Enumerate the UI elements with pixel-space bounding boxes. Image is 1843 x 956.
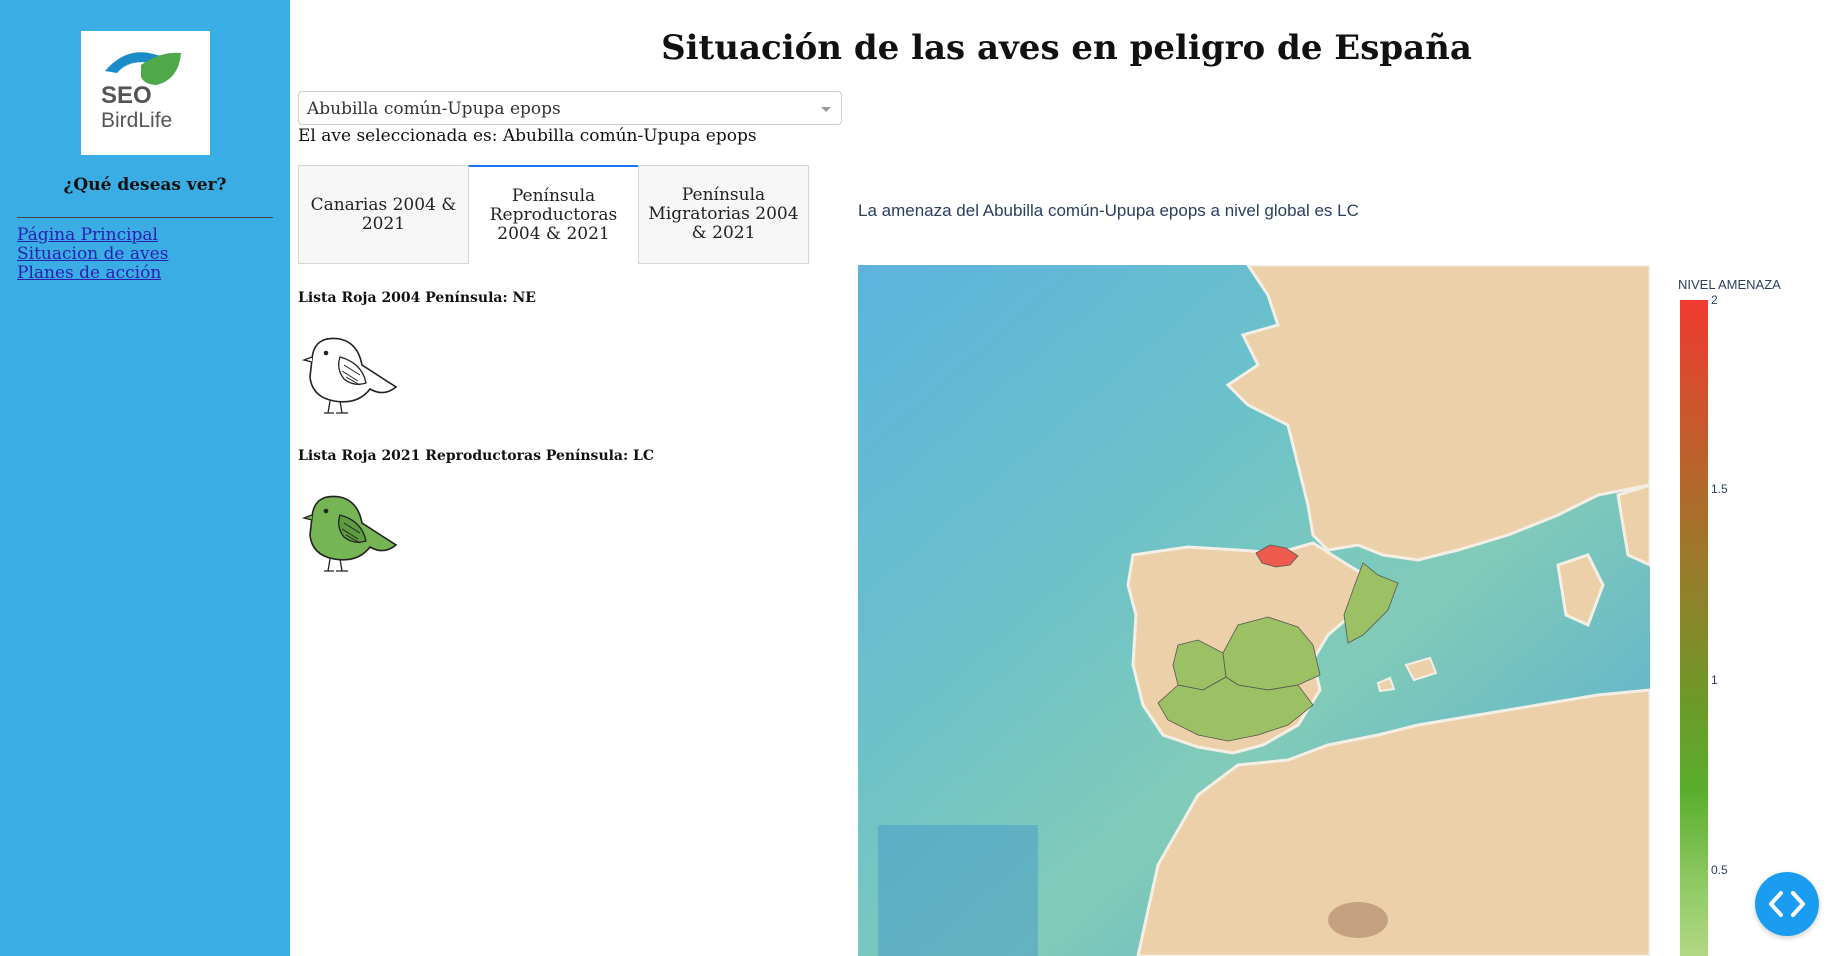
nav-link-pagina-principal[interactable]: Página Principal xyxy=(17,226,168,245)
colorbar-tick: 1.5 xyxy=(1711,482,1728,496)
threat-map[interactable] xyxy=(858,265,1650,956)
seo-birdlife-logo: SEO BirdLife xyxy=(81,31,210,155)
colorbar-title: NIVEL AMENAZA xyxy=(1678,277,1781,292)
bird-select[interactable]: Abubilla común-Upupa epops xyxy=(298,91,842,125)
chevron-down-icon[interactable] xyxy=(821,107,831,112)
sidebar-nav: Página Principal Situacion de aves Plane… xyxy=(17,226,168,283)
bird-outline-icon xyxy=(300,327,400,417)
code-brackets-button[interactable] xyxy=(1755,872,1819,936)
tab-peninsula-reproductoras[interactable]: Península Reproductoras 2004 & 2021 xyxy=(468,165,639,264)
colorbar-tick: 0.5 xyxy=(1711,863,1728,877)
tab-peninsula-migratorias[interactable]: Península Migratorias 2004 & 2021 xyxy=(638,165,809,264)
colorbar-tick: 1 xyxy=(1711,673,1718,687)
nav-link-planes-accion[interactable]: Planes de acción xyxy=(17,264,168,283)
selected-bird-text: El ave seleccionada es: Abubilla común-U… xyxy=(298,126,757,146)
colorbar xyxy=(1680,300,1708,956)
tab-canarias[interactable]: Canarias 2004 & 2021 xyxy=(298,165,469,264)
sidebar: SEO BirdLife ¿Qué deseas ver? Página Pri… xyxy=(0,0,290,956)
red-list-2004-label: Lista Roja 2004 Península: NE xyxy=(298,290,536,306)
sidebar-divider xyxy=(17,217,273,218)
page-title: Situación de las aves en peligro de Espa… xyxy=(661,28,1472,68)
bird-select-value: Abubilla común-Upupa epops xyxy=(307,99,561,119)
global-threat-text: La amenaza del Abubilla común-Upupa epop… xyxy=(858,201,1359,220)
bird-green-icon xyxy=(300,485,400,575)
code-brackets-icon xyxy=(1769,891,1805,917)
svg-text:BirdLife: BirdLife xyxy=(101,109,172,132)
nav-link-situacion-aves[interactable]: Situacion de aves xyxy=(17,245,168,264)
sidebar-question: ¿Qué deseas ver? xyxy=(63,175,227,195)
svg-text:SEO: SEO xyxy=(101,82,152,109)
colorbar-tick: 2 xyxy=(1711,293,1718,307)
red-list-2021-label: Lista Roja 2021 Reproductoras Península:… xyxy=(298,448,655,464)
